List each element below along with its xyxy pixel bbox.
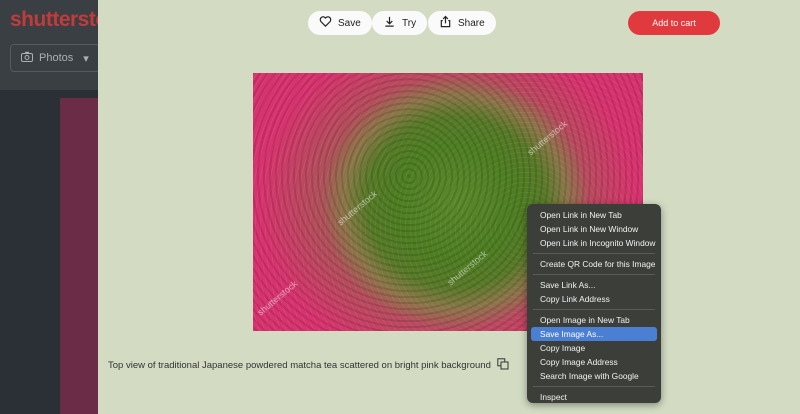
image-preview-modal: Save Try Share Add to cart shutterstock … <box>98 0 800 414</box>
share-button-label: Share <box>458 17 485 29</box>
menu-item-open-link-incognito[interactable]: Open Link in Incognito Window <box>531 236 657 250</box>
download-icon <box>383 15 396 31</box>
context-menu: Open Link in New Tab Open Link in New Wi… <box>527 204 661 403</box>
heart-icon <box>319 15 332 31</box>
save-button-label: Save <box>338 17 361 29</box>
try-button[interactable]: Try <box>372 11 428 35</box>
similar-images-icon[interactable] <box>497 358 509 373</box>
menu-item-copy-image[interactable]: Copy Image <box>531 341 657 355</box>
try-button-label: Try <box>402 17 417 29</box>
share-icon <box>439 15 452 31</box>
menu-item-search-image-google[interactable]: Search Image with Google <box>531 369 657 383</box>
menu-separator <box>533 309 655 310</box>
menu-item-open-link-new-window[interactable]: Open Link in New Window <box>531 222 657 236</box>
chevron-down-icon: ▾ <box>83 52 89 65</box>
image-caption: Top view of traditional Japanese powdere… <box>108 360 491 371</box>
camera-icon <box>21 51 33 65</box>
menu-item-save-image-as[interactable]: Save Image As... <box>531 327 657 341</box>
media-type-filter[interactable]: Photos ▾ <box>10 44 100 72</box>
menu-separator <box>533 274 655 275</box>
menu-item-copy-image-address[interactable]: Copy Image Address <box>531 355 657 369</box>
share-button[interactable]: Share <box>428 11 496 35</box>
add-to-cart-button[interactable]: Add to cart <box>628 11 720 35</box>
media-type-label: Photos <box>39 52 74 64</box>
menu-item-open-link-new-tab[interactable]: Open Link in New Tab <box>531 208 657 222</box>
menu-item-create-qr-code[interactable]: Create QR Code for this Image <box>531 257 657 271</box>
save-button[interactable]: Save <box>308 11 372 35</box>
menu-item-copy-link-address[interactable]: Copy Link Address <box>531 292 657 306</box>
menu-item-open-image-new-tab[interactable]: Open Image in New Tab <box>531 313 657 327</box>
menu-item-save-link-as[interactable]: Save Link As... <box>531 278 657 292</box>
menu-separator <box>533 253 655 254</box>
image-caption-row: Top view of traditional Japanese powdere… <box>108 358 509 373</box>
background-thumbnail <box>60 98 100 414</box>
menu-item-inspect[interactable]: Inspect <box>531 390 657 404</box>
menu-separator <box>533 386 655 387</box>
